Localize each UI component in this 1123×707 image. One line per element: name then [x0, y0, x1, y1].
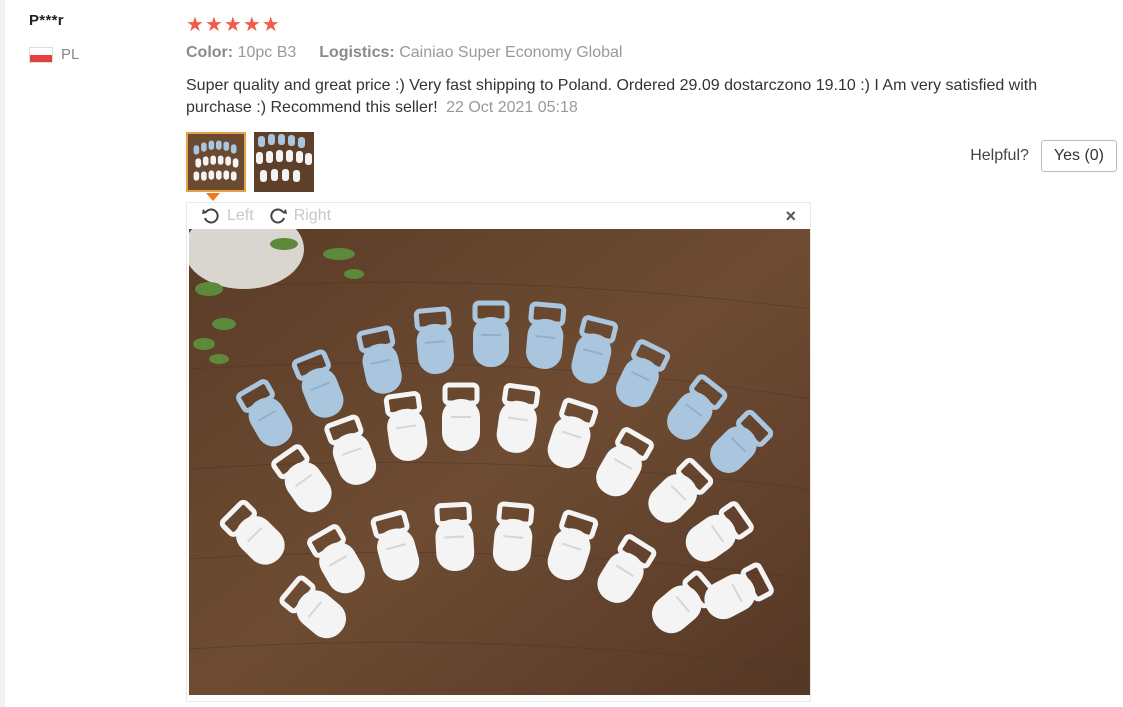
rotate-right-label: Right: [293, 207, 332, 224]
photo-viewer: Left Right ×: [186, 202, 811, 702]
country-code: PL: [61, 46, 80, 63]
review-body: Super quality and great price :) Very fa…: [186, 77, 1038, 116]
order-meta: Color: 10pc B3 Logistics: Cainiao Super …: [186, 44, 622, 62]
star-icon: ★: [204, 14, 223, 36]
star-icon: ★: [223, 14, 242, 36]
rotate-left-label: Left: [227, 207, 254, 224]
star-icon: ★: [242, 14, 261, 36]
star-rating: ★ ★ ★ ★ ★: [186, 14, 280, 36]
review-text: Super quality and great price :) Very fa…: [186, 75, 1066, 119]
close-icon[interactable]: ×: [785, 206, 796, 227]
review-photo-large: [189, 229, 810, 695]
photo-viewer-toolbar: Left Right ×: [187, 203, 810, 229]
helpful-label: Helpful?: [970, 147, 1029, 164]
rotate-left-icon: [202, 208, 219, 224]
helpful-yes-button[interactable]: Yes (0): [1040, 140, 1117, 172]
logistics-value: Cainiao Super Economy Global: [399, 44, 623, 61]
rotate-left-button[interactable]: Left: [201, 206, 254, 226]
photo-thumbnail[interactable]: [254, 132, 314, 192]
color-value: 10pc B3: [237, 44, 297, 61]
selected-thumbnail-pointer: [206, 193, 220, 201]
color-label: Color:: [186, 44, 234, 61]
reviewer-name: P***r: [29, 12, 64, 29]
reviewer-info: P***r PL: [29, 12, 79, 63]
logistics-label: Logistics:: [319, 44, 395, 61]
rotate-right-icon: [270, 208, 287, 224]
rotate-right-button[interactable]: Right: [268, 206, 331, 226]
flag-poland-icon: [29, 46, 53, 63]
helpful-section: Helpful? Yes (0): [970, 140, 1117, 172]
photo-thumbnail[interactable]: [186, 132, 246, 192]
star-icon: ★: [186, 14, 204, 36]
photo-thumbnails: [186, 132, 314, 192]
left-margin-rule: [0, 0, 5, 707]
reviewer-country: PL: [29, 46, 109, 63]
star-icon: ★: [261, 14, 280, 36]
review-date: 22 Oct 2021 05:18: [446, 99, 578, 116]
